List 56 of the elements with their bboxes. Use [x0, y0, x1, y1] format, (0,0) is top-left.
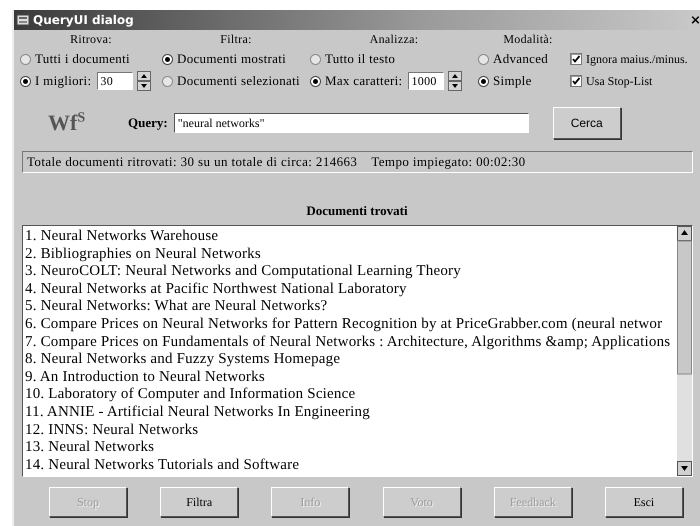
- group-heading: Analizza:: [368, 32, 420, 47]
- option-label: Tutti i documenti: [35, 51, 130, 67]
- radio-button[interactable]: [162, 54, 173, 64]
- group-heading: Ritrova:: [69, 32, 113, 47]
- radio-button[interactable]: [162, 76, 173, 86]
- result-item[interactable]: 13. Neural Networks: [25, 439, 675, 457]
- option-label: Documenti selezionati: [177, 73, 300, 89]
- option-label: Usa Stop-List: [586, 74, 652, 88]
- option-label: Ignora maius./minus.: [586, 52, 688, 66]
- spinner-arrows-icon[interactable]: [448, 71, 462, 91]
- result-item[interactable]: 3. NeuroCOLT: Neural Networks and Computational Learning Theory: [25, 263, 675, 281]
- results-heading: Documenti trovati: [305, 203, 409, 219]
- radio-button[interactable]: [20, 54, 31, 64]
- action-button[interactable]: Filtra: [160, 487, 238, 517]
- result-item[interactable]: 8. Neural Networks and Fuzzy Systems Homepage: [25, 351, 675, 369]
- window-title: QueryUI dialog: [33, 13, 134, 27]
- checkbox[interactable]: [570, 75, 582, 87]
- result-item[interactable]: 12. INNS: Neural Networks: [25, 422, 675, 440]
- radio-button[interactable]: [478, 54, 489, 64]
- result-item[interactable]: 9. An Introduction to Neural Networks: [25, 368, 675, 386]
- result-item[interactable]: 4. Neural Networks at Pacific Northwest National Laboratory: [25, 280, 675, 298]
- number-field[interactable]: 30: [97, 72, 134, 90]
- action-button[interactable]: Esci: [604, 487, 683, 517]
- result-item[interactable]: 2. Bibliographies on Neural Networks: [25, 246, 675, 264]
- checkbox[interactable]: [570, 53, 582, 65]
- status-text: Totale documenti ritrovati: 30 su un totale di circa: 214663: [27, 154, 358, 170]
- scrollbar[interactable]: [677, 226, 692, 476]
- logo: Wf$^{S}$: [48, 110, 86, 136]
- result-item[interactable]: 7. Compare Prices on Fundamentals of Neural Networks : Architecture, Algorithms &amp; Applications: [25, 334, 675, 352]
- option-label: Simple: [493, 73, 532, 89]
- result-item[interactable]: 1. Neural Networks Warehouse: [25, 228, 675, 246]
- result-item[interactable]: 10. Laboratory of Computer and Information Science: [25, 386, 675, 404]
- result-item[interactable]: 11. ANNIE - Artificial Neural Networks In Engineering: [25, 404, 675, 422]
- radio-button[interactable]: [310, 76, 321, 86]
- group-heading: Modalità:: [502, 32, 554, 47]
- app-icon: [16, 13, 30, 27]
- number-field[interactable]: 1000: [408, 72, 444, 90]
- spinner-arrows-icon[interactable]: [137, 71, 152, 91]
- query-label: Query:: [128, 115, 168, 131]
- group-heading: Filtra:: [219, 32, 253, 47]
- results-list[interactable]: [22, 225, 693, 477]
- close-button[interactable]: ×: [690, 12, 700, 28]
- result-item[interactable]: 5. Neural Networks: What are Neural Networks?: [25, 298, 675, 316]
- option-label: Documenti mostrati: [177, 51, 286, 67]
- radio-button[interactable]: [310, 54, 321, 64]
- option-label: Tutto il testo: [325, 51, 396, 67]
- option-label: I migliori:: [35, 73, 92, 89]
- query-field[interactable]: "neural networks": [174, 113, 529, 133]
- status-text: Tempo impiegato: 00:02:30: [371, 154, 526, 170]
- radio-button[interactable]: [20, 76, 31, 86]
- option-label: Max caratteri:: [325, 73, 402, 89]
- result-item[interactable]: 6. Compare Prices on Neural Networks for Pattern Recognition by at PriceGrabber.com (neural networ: [25, 316, 675, 334]
- radio-button[interactable]: [478, 76, 489, 86]
- search-button[interactable]: Cerca: [552, 107, 621, 139]
- option-label: Advanced: [493, 51, 548, 67]
- result-item[interactable]: 14. Neural Networks Tutorials and Software: [25, 456, 675, 474]
